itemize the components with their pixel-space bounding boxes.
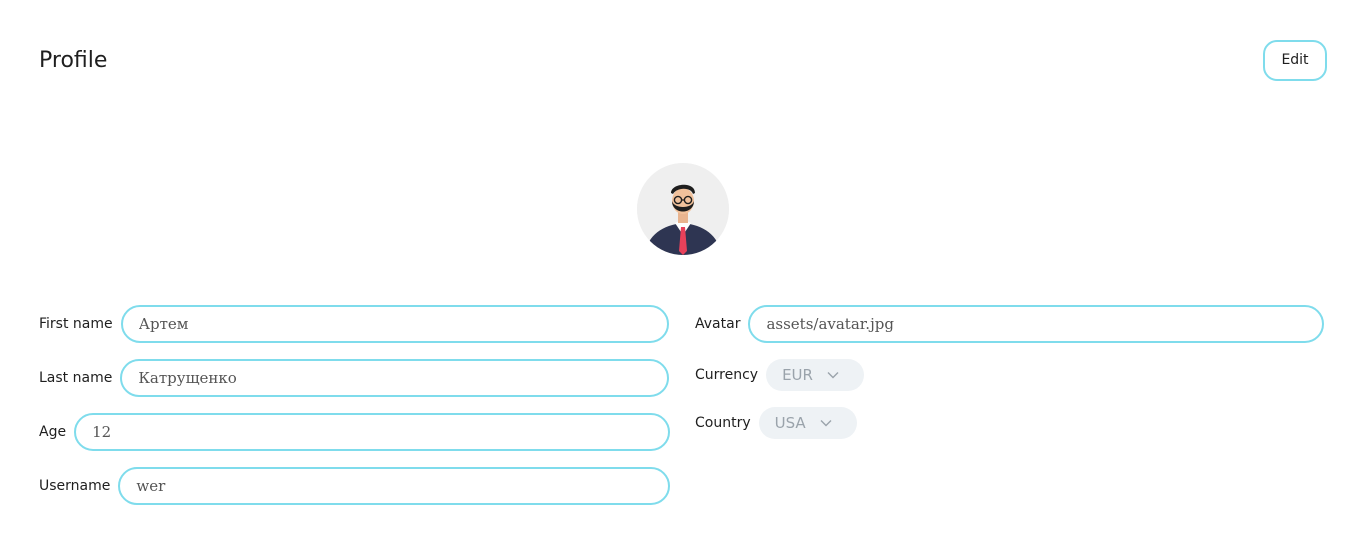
country-row: Country USA <box>695 407 857 439</box>
chevron-down-icon <box>827 372 839 379</box>
country-label: Country <box>695 415 751 431</box>
last-name-row: Last name <box>39 359 670 397</box>
country-select[interactable]: USA <box>758 407 857 439</box>
avatar-row: Avatar <box>695 305 1325 343</box>
last-name-label: Last name <box>39 370 113 386</box>
age-row: Age <box>39 413 671 451</box>
page-title: Profile <box>39 47 108 73</box>
currency-value: EUR <box>782 366 813 384</box>
first-name-row: First name <box>39 305 669 343</box>
avatar-input[interactable] <box>748 305 1325 343</box>
age-label: Age <box>39 424 67 440</box>
avatar <box>637 163 729 255</box>
currency-row: Currency EUR <box>695 359 865 391</box>
age-input[interactable] <box>74 413 671 451</box>
currency-label: Currency <box>695 367 759 383</box>
country-value: USA <box>774 414 806 432</box>
username-input[interactable] <box>118 467 671 505</box>
chevron-down-icon <box>820 420 832 427</box>
profile-header: Profile Edit <box>39 39 1327 81</box>
username-row: Username <box>39 467 671 505</box>
user-avatar-icon <box>637 163 729 255</box>
edit-button[interactable]: Edit <box>1263 39 1327 81</box>
first-name-input[interactable] <box>120 305 669 343</box>
last-name-input[interactable] <box>120 359 670 397</box>
avatar-label: Avatar <box>695 316 741 332</box>
first-name-label: First name <box>39 316 113 332</box>
username-label: Username <box>39 478 111 494</box>
currency-select[interactable]: EUR <box>766 359 865 391</box>
